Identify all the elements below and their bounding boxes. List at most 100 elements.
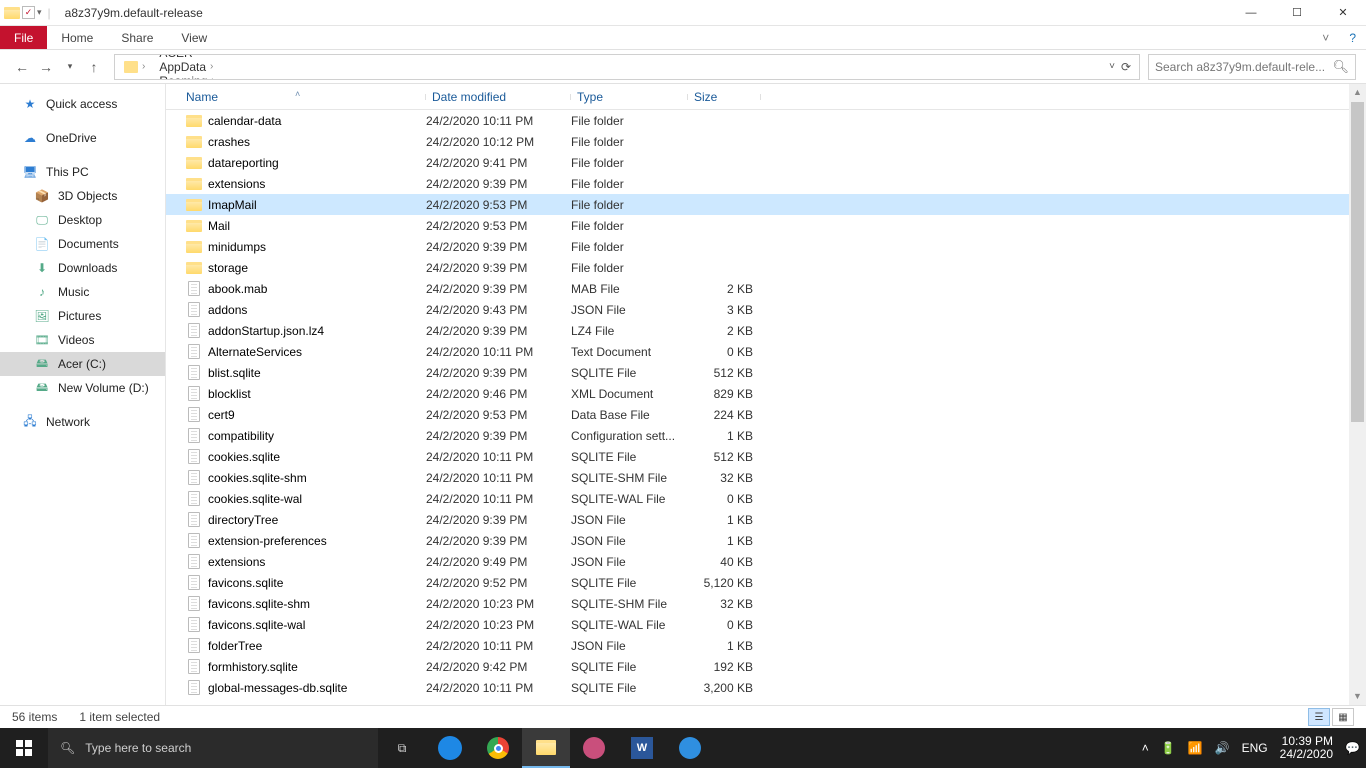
sidebar-pc-item[interactable]: ⬇Downloads xyxy=(0,256,165,280)
view-thumbnails-icon[interactable]: ▦ xyxy=(1332,708,1354,726)
scroll-down-icon[interactable]: ▼ xyxy=(1349,688,1366,705)
col-name[interactable]: Name˄ xyxy=(180,90,426,104)
col-size[interactable]: Size xyxy=(688,90,761,104)
app-thunderbird[interactable] xyxy=(666,728,714,768)
file-type: File folder xyxy=(571,135,688,149)
sidebar-pc-item[interactable]: 🖼Pictures xyxy=(0,304,165,328)
file-row[interactable]: cookies.sqlite-shm24/2/2020 10:11 PMSQLI… xyxy=(166,467,1366,488)
scroll-thumb[interactable] xyxy=(1351,102,1364,422)
checkbox-icon[interactable]: ✓ xyxy=(22,6,35,19)
tab-share[interactable]: Share xyxy=(107,26,167,49)
address-dropdown-icon[interactable]: ˅ xyxy=(1109,61,1115,72)
forward-button[interactable]: → xyxy=(34,59,58,75)
file-row[interactable]: cert924/2/2020 9:53 PMData Base File224 … xyxy=(166,404,1366,425)
back-button[interactable]: ← xyxy=(10,59,34,75)
sidebar-pc-item[interactable]: 🖵Desktop xyxy=(0,208,165,232)
taskbar-search[interactable]: 🔍︎ Type here to search xyxy=(48,728,378,768)
recent-dropdown-icon[interactable]: ▾ xyxy=(58,61,82,72)
file-row[interactable]: cookies.sqlite-wal24/2/2020 10:11 PMSQLI… xyxy=(166,488,1366,509)
file-row[interactable]: favicons.sqlite-shm24/2/2020 10:23 PMSQL… xyxy=(166,593,1366,614)
app-generic-1[interactable] xyxy=(570,728,618,768)
view-details-icon[interactable]: ☰ xyxy=(1308,708,1330,726)
file-row[interactable]: calendar-data24/2/2020 10:11 PMFile fold… xyxy=(166,110,1366,131)
sidebar-network[interactable]: 🖧Network xyxy=(0,410,165,434)
file-row[interactable]: addonStartup.json.lz424/2/2020 9:39 PMLZ… xyxy=(166,320,1366,341)
maximize-button[interactable]: ☐ xyxy=(1274,0,1320,26)
sidebar-pc-item[interactable]: 🎞Videos xyxy=(0,328,165,352)
tray-language[interactable]: ENG xyxy=(1242,741,1268,755)
file-row[interactable]: addons24/2/2020 9:43 PMJSON File3 KB xyxy=(166,299,1366,320)
file-row[interactable]: favicons.sqlite24/2/2020 9:52 PMSQLITE F… xyxy=(166,572,1366,593)
tray-clock[interactable]: 10:39 PM 24/2/2020 xyxy=(1280,735,1333,761)
search-input[interactable]: Search a8z37y9m.default-rele... 🔍︎ xyxy=(1148,54,1356,80)
tray-notifications-icon[interactable]: 💬 xyxy=(1345,741,1360,755)
folder-icon xyxy=(186,261,202,275)
tab-view[interactable]: View xyxy=(167,26,221,49)
tab-file[interactable]: File xyxy=(0,26,47,49)
ribbon-expand-icon[interactable]: ˅ xyxy=(1312,26,1339,49)
file-date: 24/2/2020 10:11 PM xyxy=(426,114,571,128)
taskview-button[interactable]: ⧉ xyxy=(378,728,426,768)
star-icon: ★ xyxy=(22,96,38,112)
file-icon xyxy=(186,513,202,527)
sidebar-pc-item[interactable]: 🖴New Volume (D:) xyxy=(0,376,165,400)
file-row[interactable]: datareporting24/2/2020 9:41 PMFile folde… xyxy=(166,152,1366,173)
tray-volume-icon[interactable]: 🔊 xyxy=(1215,741,1230,755)
help-icon[interactable]: ? xyxy=(1339,26,1366,49)
file-row[interactable]: blist.sqlite24/2/2020 9:39 PMSQLITE File… xyxy=(166,362,1366,383)
file-row[interactable]: formhistory.sqlite24/2/2020 9:42 PMSQLIT… xyxy=(166,656,1366,677)
file-row[interactable]: favicons.sqlite-wal24/2/2020 10:23 PMSQL… xyxy=(166,614,1366,635)
address-bar[interactable]: › This PC›Acer (C:)›Users›ACER›AppData›R… xyxy=(114,54,1140,80)
start-button[interactable] xyxy=(0,728,48,768)
tray-battery-icon[interactable]: 🔋 xyxy=(1161,741,1176,755)
file-type: SQLITE-SHM File xyxy=(571,471,688,485)
sidebar-quick-access[interactable]: ★Quick access xyxy=(0,92,165,116)
file-row[interactable]: extensions24/2/2020 9:49 PMJSON File40 K… xyxy=(166,551,1366,572)
tab-home[interactable]: Home xyxy=(47,26,107,49)
file-icon xyxy=(186,618,202,632)
file-row[interactable]: directoryTree24/2/2020 9:39 PMJSON File1… xyxy=(166,509,1366,530)
refresh-icon[interactable]: ⟳ xyxy=(1121,60,1131,74)
file-row[interactable]: extension-preferences24/2/2020 9:39 PMJS… xyxy=(166,530,1366,551)
col-date[interactable]: Date modified xyxy=(426,90,571,104)
up-button[interactable]: ↑ xyxy=(82,59,106,75)
sidebar-pc-item[interactable]: ♪Music xyxy=(0,280,165,304)
minimize-button[interactable]: — xyxy=(1228,0,1274,26)
file-row[interactable]: minidumps24/2/2020 9:39 PMFile folder xyxy=(166,236,1366,257)
app-file-explorer[interactable] xyxy=(522,728,570,768)
file-row[interactable]: crashes24/2/2020 10:12 PMFile folder xyxy=(166,131,1366,152)
sidebar-pc-item[interactable]: 📦3D Objects xyxy=(0,184,165,208)
col-type[interactable]: Type xyxy=(571,90,688,104)
app-chrome[interactable] xyxy=(474,728,522,768)
file-row[interactable]: storage24/2/2020 9:39 PMFile folder xyxy=(166,257,1366,278)
file-row[interactable]: Mail24/2/2020 9:53 PMFile folder xyxy=(166,215,1366,236)
breadcrumb-root-icon[interactable]: › xyxy=(119,61,154,73)
scroll-up-icon[interactable]: ▲ xyxy=(1349,84,1366,101)
app-word[interactable]: W xyxy=(618,728,666,768)
tray-chevron-up-icon[interactable]: ˄ xyxy=(1142,741,1149,755)
tray-wifi-icon[interactable]: 📶 xyxy=(1188,741,1203,755)
file-row[interactable]: AlternateServices24/2/2020 10:11 PMText … xyxy=(166,341,1366,362)
file-icon xyxy=(186,576,202,590)
file-row[interactable]: global-messages-db.sqlite24/2/2020 10:11… xyxy=(166,677,1366,698)
file-row[interactable]: cookies.sqlite24/2/2020 10:11 PMSQLITE F… xyxy=(166,446,1366,467)
close-button[interactable]: ✕ xyxy=(1320,0,1366,26)
file-type: JSON File xyxy=(571,555,688,569)
sidebar-pc-item[interactable]: 📄Documents xyxy=(0,232,165,256)
file-date: 24/2/2020 9:46 PM xyxy=(426,387,571,401)
title-bar: ✓ ▾ | a8z37y9m.default-release — ☐ ✕ xyxy=(0,0,1366,26)
sidebar-pc-item[interactable]: 🖴Acer (C:) xyxy=(0,352,165,376)
sidebar-this-pc[interactable]: 🖥This PC xyxy=(0,160,165,184)
file-row[interactable]: folderTree24/2/2020 10:11 PMJSON File1 K… xyxy=(166,635,1366,656)
file-row[interactable]: abook.mab24/2/2020 9:39 PMMAB File2 KB xyxy=(166,278,1366,299)
file-row[interactable]: extensions24/2/2020 9:39 PMFile folder xyxy=(166,173,1366,194)
file-row[interactable]: compatibility24/2/2020 9:39 PMConfigurat… xyxy=(166,425,1366,446)
file-row[interactable]: blocklist24/2/2020 9:46 PMXML Document82… xyxy=(166,383,1366,404)
vertical-scrollbar[interactable]: ▲ ▼ xyxy=(1349,84,1366,705)
app-edge[interactable] xyxy=(426,728,474,768)
breadcrumb-segment[interactable]: AppData› xyxy=(154,60,302,74)
breadcrumb-segment[interactable]: Roaming› xyxy=(154,74,302,80)
file-row[interactable]: ImapMail24/2/2020 9:53 PMFile folder xyxy=(166,194,1366,215)
sidebar-onedrive[interactable]: ☁OneDrive xyxy=(0,126,165,150)
dropdown-icon[interactable]: ▾ xyxy=(37,7,42,18)
